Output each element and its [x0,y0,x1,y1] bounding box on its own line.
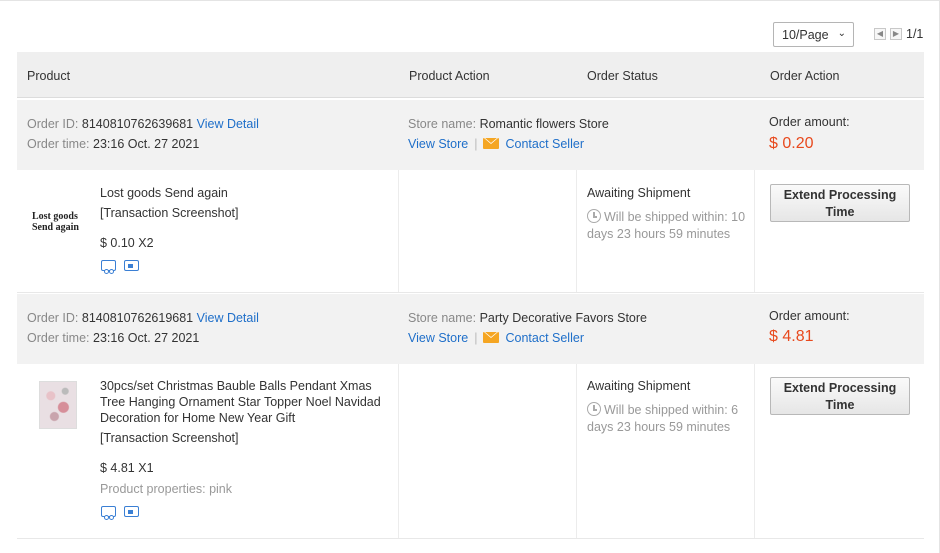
order-item-row: Lost goods Send again Lost goods Send ag… [17,170,924,293]
store-name-label: Store name: [408,311,477,325]
product-title-link[interactable]: 30pcs/set Christmas Bauble Balls Pendant… [100,378,390,426]
order-status: Awaiting Shipment [587,379,691,393]
column-divider [398,170,399,292]
order-amount-label: Order amount: [769,309,850,323]
column-divider [754,170,755,292]
thumbnail-text-line: Lost goods [32,211,78,222]
mail-icon [483,138,500,149]
clock-icon [587,209,601,223]
order-id: 8140810762639681 [81,117,194,131]
view-detail-link[interactable]: View Detail [197,311,259,325]
shipping-note: Will be shipped within: 10 days 23 hours… [587,209,752,243]
order-item-row: 30pcs/set Christmas Bauble Balls Pendant… [17,364,924,538]
next-page-icon[interactable]: ▶ [890,28,902,40]
extend-processing-time-button[interactable]: Extend Processing Time [770,377,910,415]
price-quantity: $ 4.81 X1 [100,461,154,475]
order-time: 23:16 Oct. 27 2021 [93,331,200,345]
prev-page-icon[interactable]: ◀ [874,28,886,40]
product-properties: Product properties: pink [100,482,233,496]
order-time-label: Order time: [27,331,90,345]
transaction-screenshot-link[interactable]: [Transaction Screenshot] [100,430,239,446]
thumbnail-text-line: Send again [32,222,79,233]
order-amount: $ 4.81 [769,328,814,345]
column-divider [576,170,577,292]
button-label-line1: Extend Processing [783,381,897,395]
order-id-label: Order ID: [27,311,79,325]
order-header: Order ID: 8140810762639681 View Detail O… [17,100,924,170]
product-title-link[interactable]: Lost goods Send again [100,185,380,201]
chevron-down-icon: ⌄ [837,28,846,39]
divider [17,538,924,539]
view-detail-link[interactable]: View Detail [197,117,259,131]
column-header-product-action: Product Action [409,69,490,83]
view-store-link[interactable]: View Store [408,137,468,151]
store-name: Party Decorative Favors Store [479,311,647,325]
card-icon[interactable] [124,506,139,517]
shipping-note: Will be shipped within: 6 days 23 hours … [587,402,759,436]
shipping-note-text: Will be shipped within: 10 days 23 hours… [587,210,746,241]
transaction-screenshot-link[interactable]: [Transaction Screenshot] [100,205,239,221]
shipping-note-text: Will be shipped within: 6 days 23 hours … [587,403,739,434]
price-quantity: $ 0.10 X2 [100,236,154,250]
order-header: Order ID: 8140810762619681 View Detail O… [17,294,924,364]
column-divider [576,364,577,538]
extend-processing-time-button[interactable]: Extend Processing Time [770,184,910,222]
column-divider [754,364,755,538]
column-header-order-action: Order Action [770,69,840,83]
order-time-label: Order time: [27,137,90,151]
view-store-link[interactable]: View Store [408,331,468,345]
order-amount-label: Order amount: [769,115,850,129]
mail-icon [483,332,500,343]
button-label-line2: Time [825,398,855,412]
order-amount: $ 0.20 [769,135,814,152]
product-thumbnail[interactable]: Lost goods Send again [32,211,84,233]
link-separator: | [474,137,478,151]
truck-icon[interactable] [101,260,116,274]
truck-icon[interactable] [101,506,116,520]
button-label-line1: Extend Processing [783,188,897,202]
contact-seller-link[interactable]: Contact Seller [505,137,584,151]
card-icon[interactable] [124,260,139,271]
page-size-select[interactable]: 10/Page ⌄ [773,22,854,47]
order-id-label: Order ID: [27,117,79,131]
column-divider [398,364,399,538]
link-separator: | [474,331,478,345]
contact-seller-link[interactable]: Contact Seller [505,331,584,345]
order-status: Awaiting Shipment [587,186,691,200]
store-name: Romantic flowers Store [479,117,609,131]
column-header-product: Product [27,69,71,83]
product-thumbnail[interactable] [39,381,77,429]
order-time: 23:16 Oct. 27 2021 [93,137,200,151]
store-name-label: Store name: [408,117,477,131]
order-id: 8140810762619681 [81,311,194,325]
button-label-line2: Time [825,205,855,219]
clock-icon [587,402,601,416]
table-header: Product Product Action Order Status Orde… [17,52,924,98]
column-header-order-status: Order Status [587,69,658,83]
page-size-value: 10/Page [782,27,829,42]
page-count: 1/1 [906,27,924,41]
